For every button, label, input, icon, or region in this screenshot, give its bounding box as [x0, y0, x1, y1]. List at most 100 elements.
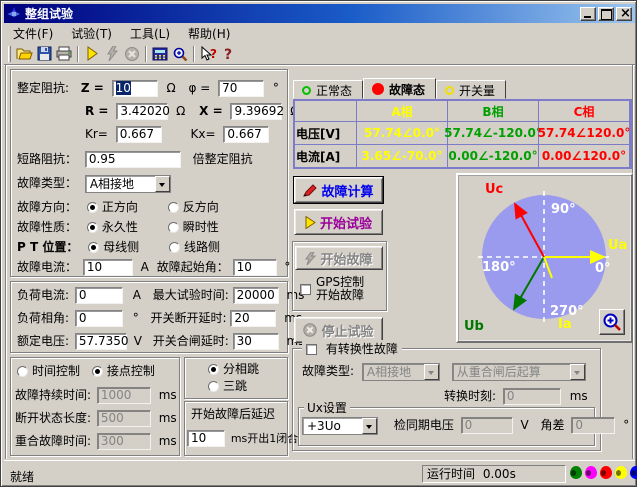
magnifier-icon[interactable]: [170, 44, 190, 63]
current-b-cell: 0.00∠-120.0°: [448, 145, 538, 167]
help-icon[interactable]: ?: [218, 44, 238, 63]
pt-line-radio[interactable]: [169, 242, 180, 253]
runtime-label: 运行时间: [427, 467, 475, 481]
title-bar: 整组试验: [4, 4, 635, 23]
menu-help[interactable]: 帮助(H): [179, 23, 239, 44]
pt-position-label: P T 位置：: [17, 240, 78, 254]
col-header-phase-b: B相: [448, 101, 538, 121]
phi-label: φ =: [188, 81, 210, 95]
nature-permanent-radio[interactable]: [87, 222, 98, 233]
runtime-box: 运行时间 0.00s: [422, 465, 566, 483]
close-button[interactable]: [616, 7, 632, 21]
convert-moment-unit: ms: [570, 389, 588, 403]
fault-calc-button[interactable]: 故障计算: [294, 177, 383, 203]
phi-input[interactable]: 70: [218, 80, 264, 97]
load-current-input[interactable]: 0: [75, 287, 123, 304]
run-test-icon[interactable]: [82, 44, 102, 63]
count-from-select: 从重合闸后起算: [452, 363, 586, 381]
convert-moment-input: 0: [503, 388, 561, 405]
kx-label: Kx=: [191, 127, 216, 141]
three-trip-radio[interactable]: [208, 381, 219, 392]
fault-start-angle-input[interactable]: 10: [233, 259, 277, 276]
tab-switch-state[interactable]: 开关量: [436, 80, 506, 99]
short-impedance-input[interactable]: 0.95: [85, 151, 181, 168]
chevron-down-icon: [424, 364, 439, 380]
direction-forward-label: 正方向: [102, 200, 138, 214]
save-icon[interactable]: [34, 44, 54, 63]
time-control-radio[interactable]: [17, 366, 28, 377]
phase-trip-radio[interactable]: [208, 364, 219, 375]
open-icon[interactable]: [14, 44, 34, 63]
fault-current-input[interactable]: 10: [83, 259, 133, 276]
start-fault-button[interactable]: 开始故障: [295, 246, 383, 270]
load-angle-unit: °: [133, 311, 139, 325]
play-icon: [305, 216, 316, 229]
nature-transient-radio[interactable]: [168, 222, 179, 233]
print-icon[interactable]: [54, 44, 74, 63]
maximize-button[interactable]: [598, 7, 614, 21]
table-corner-cell: [295, 101, 356, 121]
nature-permanent-label: 永久性: [102, 220, 138, 234]
start-test-button[interactable]: 开始试验: [294, 209, 383, 235]
tab-fault-label: 故障态: [389, 81, 425, 98]
max-test-time-input[interactable]: 20000: [233, 287, 279, 304]
z-input[interactable]: 10: [112, 80, 158, 97]
convertible-fault-checkbox[interactable]: [306, 344, 317, 355]
menu-test[interactable]: 试验(T): [62, 23, 121, 44]
fault-type-label: 故障类型：: [17, 176, 77, 190]
col-header-phase-a: A相: [357, 101, 447, 121]
switch-open-delay-input[interactable]: 20: [230, 310, 276, 327]
delay-after-fault-input[interactable]: 10: [187, 430, 225, 447]
rated-voltage-input[interactable]: 57.7350: [75, 333, 127, 350]
start-fault-icon[interactable]: [102, 44, 122, 63]
status-text: 就绪: [10, 468, 34, 485]
rated-voltage-unit: V: [134, 334, 142, 348]
switch-open-delay-label: 开关断开延时:: [151, 311, 227, 325]
tab-normal-state[interactable]: 正常态: [293, 80, 363, 99]
ux-select[interactable]: +3Uo: [302, 417, 378, 435]
time-control-label: 时间控制: [32, 364, 80, 378]
switch-close-delay-input[interactable]: 30: [233, 333, 279, 350]
tab-fault-state[interactable]: 故障态: [363, 78, 436, 99]
reclose-fault-input: 300: [97, 433, 151, 450]
uc-vector-label: Uc: [485, 182, 503, 197]
green-led-icon: [570, 466, 582, 479]
ua-vector-label: Ua: [608, 238, 627, 253]
stop-test-icon[interactable]: [122, 44, 142, 63]
pen-icon: [303, 184, 317, 197]
x-input[interactable]: 9.39692: [230, 103, 282, 120]
phi-unit: °: [273, 81, 279, 95]
short-impedance-label: 短路阻抗：: [17, 152, 77, 166]
app-window: 整组试验 文件(F) 试验(T) 工具(L) 帮助(H) ? ? 整定阻抗: Z…: [0, 0, 637, 487]
direction-reverse-radio[interactable]: [168, 202, 179, 213]
fault-current-unit: A: [141, 260, 149, 274]
direction-forward-radio[interactable]: [87, 202, 98, 213]
fault-type-select[interactable]: A相接地: [85, 175, 171, 193]
calculator-icon[interactable]: [150, 44, 170, 63]
open-state-input: 500: [97, 410, 151, 427]
voltage-b-cell: 57.74∠-120.0°: [448, 122, 538, 144]
phasor-panel: 90° 180° 270° 0° Ua Uc Ub Ia: [456, 173, 633, 343]
row-header-current: 电流[A]: [295, 145, 356, 167]
convert-moment-label: 转换时刻:: [444, 389, 496, 403]
short-impedance-suffix: 倍整定阻抗: [193, 152, 253, 166]
contact-control-radio[interactable]: [92, 366, 103, 377]
chevron-down-icon[interactable]: [155, 176, 170, 192]
gps-control-checkbox[interactable]: [300, 284, 311, 295]
chevron-down-icon[interactable]: [362, 418, 377, 434]
minimize-button[interactable]: [580, 7, 596, 21]
kr-input[interactable]: 0.667: [116, 126, 162, 143]
convert-fault-type-label: 故障类型:: [302, 364, 354, 378]
menu-file[interactable]: 文件(F): [4, 23, 62, 44]
phasor-zoom-button[interactable]: [599, 309, 625, 335]
load-angle-input[interactable]: 0: [75, 310, 123, 327]
toolbar-separator: [193, 46, 195, 62]
impedance-group-label: 整定阻抗:: [17, 81, 69, 95]
menu-tools[interactable]: 工具(L): [121, 23, 179, 44]
green-circle-icon: [302, 86, 311, 95]
context-help-icon[interactable]: ?: [198, 44, 218, 63]
pt-bus-radio[interactable]: [88, 242, 99, 253]
r-input[interactable]: 3.42020: [116, 103, 168, 120]
kx-input[interactable]: 0.667: [223, 126, 269, 143]
angle-diff-input: 0: [571, 417, 615, 434]
